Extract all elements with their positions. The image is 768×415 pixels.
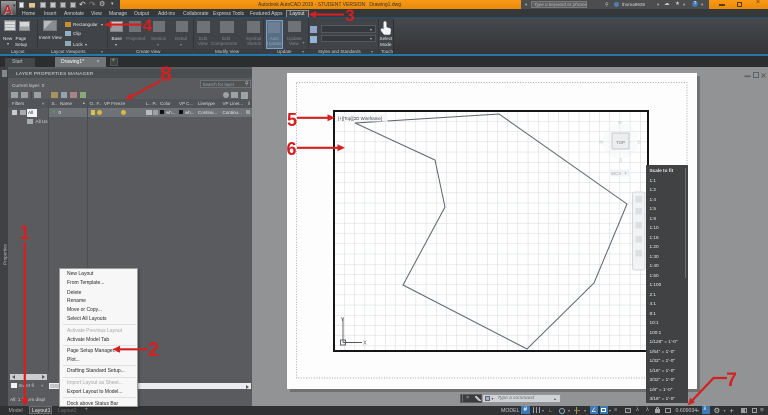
svg-text:2: 2 xyxy=(148,339,159,361)
svg-text:4: 4 xyxy=(143,16,153,35)
svg-text:6: 6 xyxy=(286,139,296,159)
svg-text:7: 7 xyxy=(726,370,737,391)
svg-text:3: 3 xyxy=(345,6,354,25)
svg-text:8: 8 xyxy=(160,63,172,86)
svg-text:5: 5 xyxy=(287,110,297,130)
svg-text:1: 1 xyxy=(19,223,30,244)
